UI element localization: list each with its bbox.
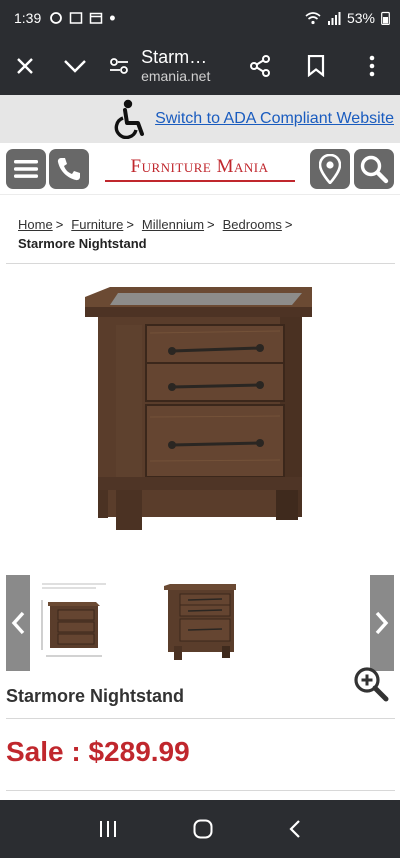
signal-icon [327,11,341,25]
breadcrumb-separator: > [284,217,293,232]
breadcrumb-millennium[interactable]: Millennium [142,217,204,232]
browser-toolbar: Starm… emania.net [0,36,400,95]
page-url: emania.net [141,68,211,84]
share-button[interactable] [232,38,288,94]
wheelchair-icon[interactable] [113,99,147,139]
breadcrumb-current: Starmore Nightstand [18,236,147,251]
location-pin-icon [319,153,341,184]
ada-bar: Switch to ADA Compliant Website [0,95,400,143]
breadcrumb-home[interactable]: Home [18,217,53,232]
more-options-button[interactable] [344,38,400,94]
bookmark-button[interactable] [288,38,344,94]
logo-text: Furniture Mania [130,155,269,177]
menu-button[interactable] [6,148,46,189]
breadcrumb-separator: > [126,217,134,232]
divider [6,718,395,719]
phone-icon [57,157,80,180]
logo-underline [104,179,295,182]
more-icon [369,55,375,76]
carousel-prev-button[interactable] [6,575,30,671]
status-time: 1:39 [14,10,42,26]
status-bar: 1:39 • 53% [0,0,400,36]
url-block[interactable]: Starm… emania.net [141,47,232,84]
chevron-right-icon [375,611,389,635]
breadcrumb: Home > Furniture > Millennium > Bedrooms > Star… [18,215,388,253]
breadcrumb-separator: > [207,217,215,232]
search-button[interactable] [354,148,394,189]
ada-switch-link[interactable]: Switch to ADA Compliant Website [155,110,394,128]
chevron-left-icon [11,611,25,635]
site-settings-button[interactable] [100,38,139,94]
system-nav-bar [0,800,400,858]
calendar-icon [90,12,103,24]
sale-price: Sale : $289.99 [6,736,190,767]
breadcrumb-bedrooms[interactable]: Bedrooms [223,217,282,232]
thumbnail-product[interactable] [160,578,240,664]
breadcrumb-furniture[interactable]: Furniture [71,217,123,232]
product-main-image[interactable] [80,285,320,535]
divider [6,263,395,264]
bookmark-icon [307,54,325,77]
back-icon[interactable] [288,819,302,839]
photo-icon [70,12,83,24]
close-icon [17,57,33,74]
phone-button[interactable] [49,148,89,189]
menu-icon [14,159,38,178]
product-title: Starmore Nightstand [6,686,185,706]
battery-level: 53% [346,10,375,26]
notification-icons: • [49,8,116,28]
dot-icon: • [109,8,116,28]
site-logo[interactable]: Furniture Mania [89,156,310,182]
close-button[interactable] [0,38,50,94]
sync-icon [50,12,63,24]
breadcrumb-separator: > [55,217,64,232]
zoom-in-icon[interactable] [352,665,390,703]
chevron-down-icon [64,59,86,73]
home-icon[interactable] [193,819,213,839]
battery-icon [381,11,390,25]
page-title: Starm… [141,47,208,67]
search-icon [360,155,389,183]
carousel-next-button[interactable] [370,575,394,671]
site-header: Furniture Mania [0,143,400,195]
thumbnail-dimensions[interactable] [36,578,116,664]
location-button[interactable] [310,148,350,189]
minimize-button[interactable] [50,38,100,94]
share-icon [250,54,270,77]
tune-icon [110,57,129,74]
recents-icon[interactable] [98,820,118,838]
divider [6,790,395,791]
wifi-icon [305,12,321,25]
